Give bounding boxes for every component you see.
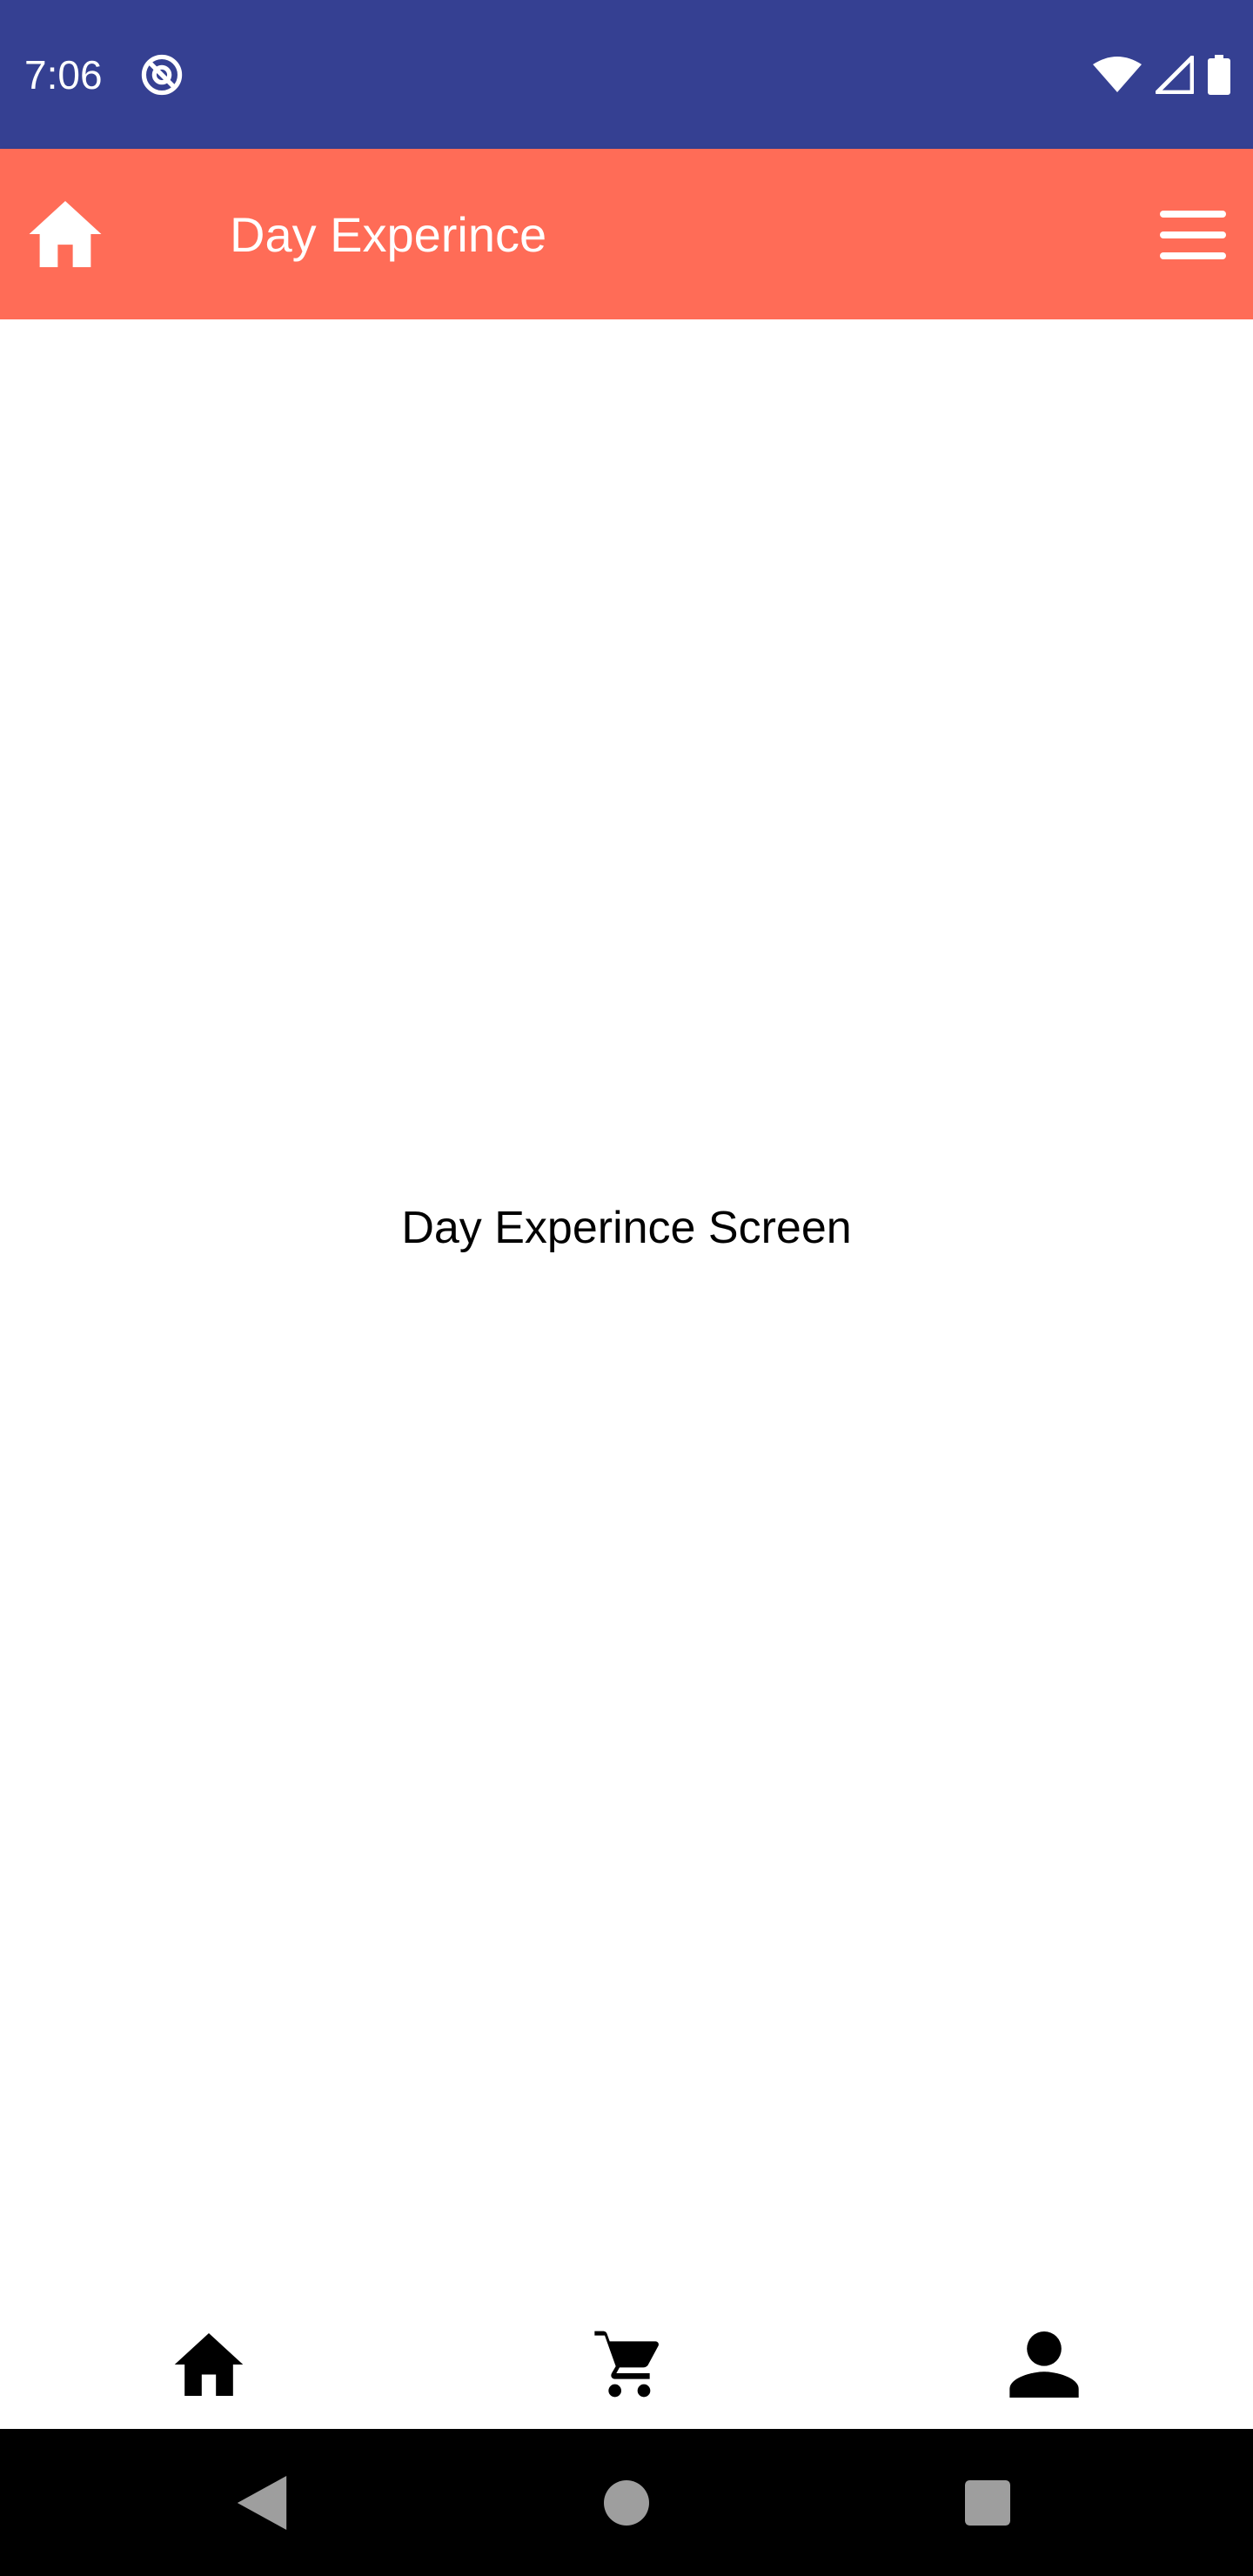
home-circle-icon: [604, 2480, 649, 2526]
bottom-nav-cart[interactable]: [418, 2300, 835, 2429]
bottom-nav-profile[interactable]: [835, 2300, 1253, 2429]
system-recents-button[interactable]: [950, 2465, 1025, 2540]
hamburger-menu-icon: [1160, 211, 1226, 259]
screen-label: Day Experince Screen: [401, 1203, 852, 1253]
menu-button[interactable]: [1159, 201, 1227, 269]
home-icon: [174, 2333, 244, 2396]
cart-icon: [594, 2331, 659, 2398]
main-content: Day Experince Screen: [0, 319, 1253, 2300]
status-bar: 7:06: [0, 0, 1253, 149]
system-back-button[interactable]: [224, 2465, 299, 2540]
bottom-nav-home[interactable]: [0, 2300, 418, 2429]
signal-icon: [1156, 56, 1194, 94]
status-time: 7:06: [24, 52, 103, 97]
home-icon: [29, 201, 102, 267]
wifi-icon: [1093, 57, 1142, 92]
system-home-button[interactable]: [589, 2465, 664, 2540]
bottom-nav: [0, 2300, 1253, 2429]
page-title: Day Experince: [230, 207, 547, 262]
app-screen: 7:06 Day Experince Day Experince Screen: [0, 0, 1253, 2576]
back-icon: [237, 2476, 287, 2530]
system-nav-bar: [0, 2429, 1253, 2576]
person-icon: [1009, 2331, 1079, 2398]
app-bar-home-button[interactable]: [26, 198, 104, 271]
status-icons: [1093, 54, 1230, 96]
app-bar: Day Experince: [0, 149, 1253, 319]
battery-icon: [1208, 55, 1230, 95]
recents-square-icon: [965, 2480, 1010, 2526]
at-sign-icon: [141, 54, 183, 96]
